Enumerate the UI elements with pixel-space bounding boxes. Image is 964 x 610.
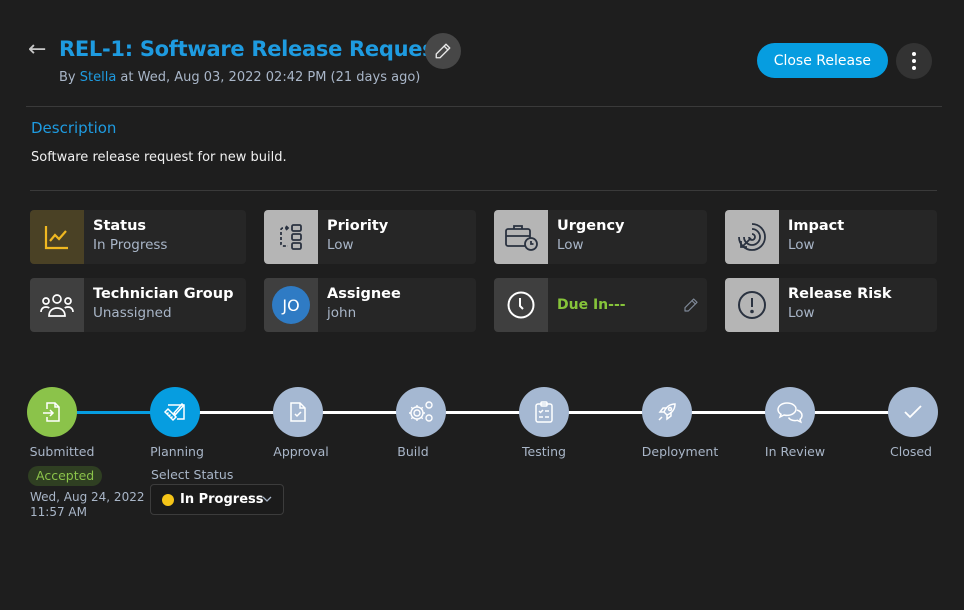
release-risk-label: Release Risk	[788, 286, 892, 302]
back-arrow-icon[interactable]: ←	[28, 38, 46, 62]
technician-group-label: Technician Group	[93, 286, 234, 302]
page-header: ← REL-1: Software Release Request By Ste…	[28, 33, 936, 94]
description-divider	[30, 190, 937, 191]
impact-value: Low	[788, 237, 815, 253]
step-label-in-review: In Review	[764, 444, 826, 459]
select-status-label: Select Status	[151, 467, 234, 482]
step-planning[interactable]	[150, 387, 200, 437]
release-stepper	[27, 387, 938, 437]
more-dot	[912, 66, 916, 70]
pencil-icon	[435, 43, 451, 59]
assignee-avatar: JO	[272, 286, 310, 324]
pencil-icon	[684, 298, 698, 312]
due-in-text: Due In---	[557, 297, 626, 313]
urgency-label: Urgency	[557, 218, 625, 234]
clock-icon	[507, 291, 535, 319]
more-options-button[interactable]	[896, 43, 932, 79]
technician-group-icon-box	[30, 278, 84, 332]
page-title: REL-1: Software Release Request	[59, 37, 445, 61]
rocket-icon	[658, 403, 676, 421]
clipboard-checklist-icon	[535, 401, 553, 423]
priority-card[interactable]: Priority Low	[264, 210, 476, 264]
status-dot	[162, 493, 174, 506]
chart-line-icon	[44, 226, 68, 250]
step-label-planning: Planning	[150, 444, 204, 459]
step-in-review[interactable]	[765, 387, 815, 437]
target-icon	[738, 223, 766, 251]
step-label-deployment: Deployment	[641, 444, 719, 459]
subtitle-suffix: at Wed, Aug 03, 2022 02:42 PM (21 days a…	[116, 70, 421, 85]
briefcase-clock-icon	[505, 225, 538, 251]
assignee-value: john	[327, 305, 357, 321]
status-icon-box	[30, 210, 84, 264]
priority-value: Low	[327, 237, 354, 253]
technician-group-card[interactable]: Technician Group Unassigned	[30, 278, 246, 332]
description-text: Software release request for new build.	[31, 150, 287, 165]
step-approval[interactable]	[273, 387, 323, 437]
impact-label: Impact	[788, 218, 845, 234]
status-value: In Progress	[93, 237, 168, 253]
step-submitted[interactable]	[27, 387, 77, 437]
accepted-badge: Accepted	[28, 466, 103, 486]
impact-card[interactable]: Impact Low	[725, 210, 937, 264]
gears-icon	[409, 401, 433, 422]
chevron-down-icon	[262, 496, 272, 502]
step-deployment[interactable]	[642, 387, 692, 437]
step-testing[interactable]	[519, 387, 569, 437]
close-release-button[interactable]: Close Release	[756, 43, 888, 78]
priority-label: Priority	[327, 218, 389, 234]
more-dot	[912, 59, 916, 63]
more-dot	[912, 52, 916, 56]
step-label-closed: Closed	[890, 444, 932, 459]
subtitle-prefix: By	[59, 70, 80, 85]
submitted-date: Wed, Aug 24, 2022 11:57 AM	[30, 490, 145, 519]
assignee-icon-box: JO	[264, 278, 318, 332]
chat-bubbles-icon	[777, 402, 803, 424]
due-icon-box	[494, 278, 548, 332]
priority-icon-box	[264, 210, 318, 264]
group-icon	[40, 294, 74, 317]
release-risk-card[interactable]: Release Risk Low	[725, 278, 937, 332]
header-divider	[26, 106, 942, 107]
release-risk-icon-box	[725, 278, 779, 332]
assignee-card[interactable]: JO Assignee john	[264, 278, 476, 332]
assignee-label: Assignee	[327, 286, 401, 302]
status-label: Status	[93, 218, 147, 234]
planning-ruler-icon	[163, 402, 185, 422]
step-closed[interactable]	[888, 387, 938, 437]
status-card[interactable]: Status In Progress	[30, 210, 246, 264]
status-select[interactable]: In Progress	[150, 484, 284, 515]
urgency-value: Low	[557, 237, 584, 253]
alert-circle-icon	[738, 291, 766, 319]
description-label: Description	[31, 119, 117, 137]
release-risk-value: Low	[788, 305, 815, 321]
step-label-submitted: Submitted	[29, 444, 95, 459]
edit-due-button[interactable]	[683, 297, 699, 317]
urgency-icon-box	[494, 210, 548, 264]
step-label-build: Build	[397, 444, 429, 459]
urgency-card[interactable]: Urgency Low	[494, 210, 707, 264]
step-label-approval: Approval	[273, 444, 329, 459]
status-select-value: In Progress	[180, 492, 264, 507]
created-by-line: By Stella at Wed, Aug 03, 2022 02:42 PM …	[59, 70, 420, 85]
step-label-testing: Testing	[522, 444, 566, 459]
impact-icon-box	[725, 210, 779, 264]
edit-title-button[interactable]	[425, 33, 461, 69]
technician-group-value: Unassigned	[93, 305, 172, 321]
check-icon	[904, 405, 922, 419]
step-build[interactable]	[396, 387, 446, 437]
file-import-icon	[43, 402, 60, 422]
author-link[interactable]: Stella	[80, 70, 117, 85]
file-check-icon	[290, 402, 306, 422]
priority-flow-icon	[280, 224, 302, 250]
due-card[interactable]: Due In---	[494, 278, 707, 332]
